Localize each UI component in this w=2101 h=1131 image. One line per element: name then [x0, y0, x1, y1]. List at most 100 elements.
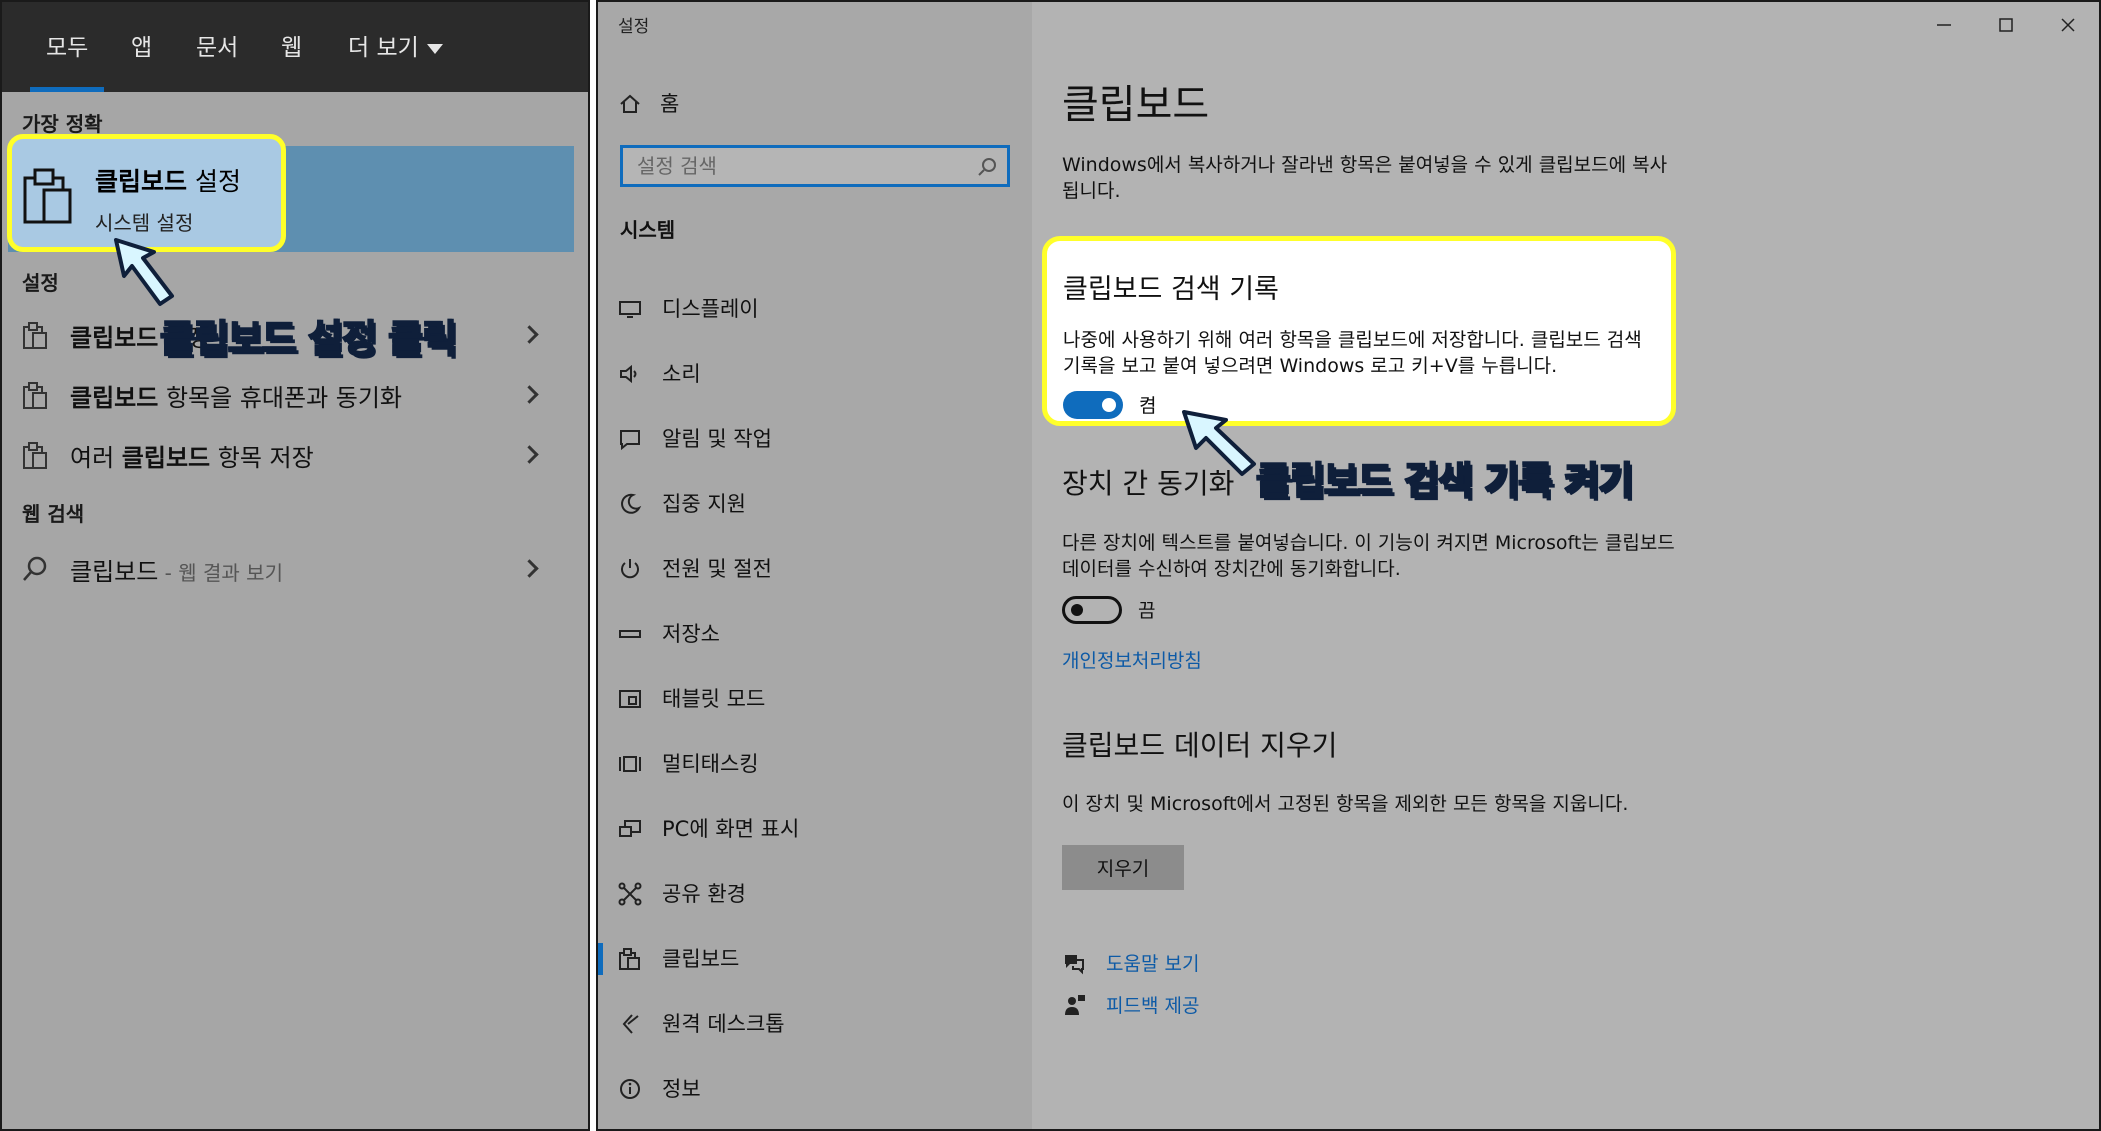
nav-item-label: 정보 [662, 1077, 701, 1101]
notification-icon [620, 430, 640, 451]
result-post: 항목 저장 [210, 444, 314, 472]
clipboard-history-title: 클립보드 검색 기록 [1063, 274, 1279, 305]
chevron-right-icon [520, 559, 539, 578]
result-bold: 클립보드 [70, 384, 159, 412]
multitasking-icon [619, 756, 641, 772]
toggle-knob [1102, 398, 1116, 412]
nav-item-label: 멀티태스킹 [662, 752, 759, 776]
nav-item-label: 알림 및 작업 [662, 427, 772, 451]
nav-item-shared-experiences[interactable]: 공유 환경 [598, 864, 1032, 922]
clipboard-icon [619, 948, 640, 970]
nav-item-label: 공유 환경 [662, 882, 746, 906]
web-result-suffix: - 웹 결과 보기 [158, 561, 283, 585]
nav-item-label: 태블릿 모드 [662, 687, 766, 711]
web-result-label: 클립보드 - 웹 결과 보기 [70, 552, 283, 587]
nav-item-label: 저장소 [662, 622, 720, 646]
settings-search-input[interactable] [620, 145, 1010, 187]
nav-item-notifications[interactable]: 알림 및 작업 [598, 409, 1032, 467]
sync-state: 끔 [1138, 600, 1156, 622]
help-icon [1065, 955, 1084, 975]
feedback-icon [1065, 995, 1085, 1015]
clipboard-history-section: 클립보드 검색 기록 나중에 사용하기 위해 여러 항목을 클립보드에 저장합니… [1042, 236, 1676, 426]
settings-result-save-multiple[interactable]: 여러 클립보드 항목 저장 [2, 428, 588, 480]
clipboard-icon [23, 442, 47, 469]
annotation-turn-on-history: 클립보드 검색 기록 켜기 [1255, 458, 1634, 504]
project-icon [619, 820, 641, 837]
tab-documents[interactable]: 문서 [196, 2, 238, 92]
nav-item-remote-desktop[interactable]: 원격 데스크톱 [598, 994, 1032, 1052]
result-bold: 클립보드 [70, 324, 159, 352]
nav-item-label: 소리 [662, 362, 701, 386]
search-icon [978, 158, 996, 176]
nav-item-label: 디스플레이 [662, 297, 759, 321]
web-search-heading: 웹 검색 [22, 502, 85, 526]
clipboard-icon [23, 382, 47, 409]
info-icon [620, 1079, 640, 1099]
share-icon [618, 882, 642, 906]
nav-item-label: 집중 지원 [662, 492, 746, 516]
tab-more[interactable]: 더 보기 [348, 2, 443, 92]
clipboard-history-toggle[interactable] [1063, 391, 1123, 419]
tab-all[interactable]: 모두 [29, 2, 105, 92]
chevron-right-icon [520, 445, 539, 464]
annotation-click-settings: 클립보드 설정 클릭 [159, 316, 458, 362]
remote-desktop-icon [622, 1014, 639, 1034]
nav-section-heading: 시스템 [620, 218, 676, 242]
result-bold: 클립보드 [121, 444, 211, 472]
nav-item-storage[interactable]: 저장소 [598, 604, 1032, 662]
tab-web[interactable]: 웹 [281, 2, 302, 92]
web-result[interactable]: 클립보드 - 웹 결과 보기 [2, 542, 588, 594]
nav-item-about[interactable]: 정보 [598, 1059, 1032, 1117]
toggle-knob [1071, 604, 1083, 616]
clear-description: 이 장치 및 Microsoft에서 고정된 항목을 제외한 모든 항목을 지웁… [1062, 793, 1629, 815]
nav-home[interactable]: 홈 [598, 74, 1032, 132]
nav-item-tablet-mode[interactable]: 태블릿 모드 [598, 669, 1032, 727]
result-pre: 여러 [70, 444, 122, 472]
settings-result-sync[interactable]: 클립보드 항목을 휴대폰과 동기화 [2, 368, 588, 420]
web-result-term: 클립보드 [70, 558, 159, 586]
nav-item-label: PC에 화면 표시 [662, 817, 800, 841]
nav-item-clipboard[interactable]: 클립보드 [598, 929, 1032, 987]
nav-item-focus-assist[interactable]: 집중 지원 [598, 474, 1032, 532]
nav-item-power[interactable]: 전원 및 절전 [598, 539, 1032, 597]
content-pane: 클립보드 Windows에서 복사하거나 잘라낸 항목은 붙여넣을 수 있게 클… [1032, 2, 2099, 1129]
privacy-link[interactable]: 개인정보처리방침 [1062, 646, 1202, 673]
nav-pane: 설정 홈 시스템 디스플레이 소리 알림 및 작업 집중 지원 전원 [598, 2, 1032, 1129]
result-label: 여러 클립보드 항목 저장 [70, 438, 314, 473]
result-label: 클립보드 항목을 휴대폰과 동기화 [70, 378, 402, 413]
result-post: 항목을 휴대폰과 동기화 [158, 384, 403, 412]
clear-button[interactable]: 지우기 [1062, 845, 1184, 890]
feedback-link-label: 피드백 제공 [1106, 995, 1200, 1017]
speaker-icon [620, 364, 637, 384]
sync-toggle[interactable] [1062, 596, 1122, 624]
chevron-right-icon [520, 325, 539, 344]
tablet-icon [619, 690, 641, 708]
nav-item-project[interactable]: PC에 화면 표시 [598, 799, 1032, 857]
clipboard-history-description: 나중에 사용하기 위해 여러 항목을 클립보드에 저장합니다. 클립보드 검색 … [1063, 329, 1642, 377]
nav-item-label: 전원 및 절전 [662, 557, 772, 581]
settings-heading: 설정 [22, 271, 59, 295]
nav-item-label: 클립보드 [662, 947, 740, 971]
settings-window: 설정 홈 시스템 디스플레이 소리 알림 및 작업 집중 지원 전원 [596, 0, 2101, 1131]
chevron-right-icon [520, 385, 539, 404]
help-link-label: 도움말 보기 [1106, 953, 1200, 975]
window-title: 설정 [618, 17, 650, 37]
tab-apps[interactable]: 앱 [131, 2, 152, 92]
power-icon [621, 559, 639, 579]
display-icon [619, 301, 641, 318]
caret-down-icon [426, 43, 443, 54]
best-match-subtitle: 시스템 설정 [95, 211, 194, 235]
clipboard-icon [23, 322, 47, 349]
page-title: 클립보드 [1062, 82, 1210, 128]
best-match-title: 클립보드 설정 [95, 162, 241, 198]
nav-home-label: 홈 [660, 92, 680, 116]
nav-item-display[interactable]: 디스플레이 [598, 279, 1032, 337]
clipboard-icon [23, 168, 72, 224]
nav-item-label: 원격 데스크톱 [662, 1012, 785, 1036]
search-panel: 모두 앱 문서 웹 더 보기 가장 정확 클립보드 설정 시스템 설정 설정 클… [0, 0, 590, 1131]
tab-more-label: 더 보기 [348, 35, 419, 61]
annotation-arrow-icon [114, 238, 174, 306]
nav-item-sound[interactable]: 소리 [598, 344, 1032, 402]
settings-search-field[interactable] [635, 152, 975, 180]
nav-item-multitasking[interactable]: 멀티태스킹 [598, 734, 1032, 792]
